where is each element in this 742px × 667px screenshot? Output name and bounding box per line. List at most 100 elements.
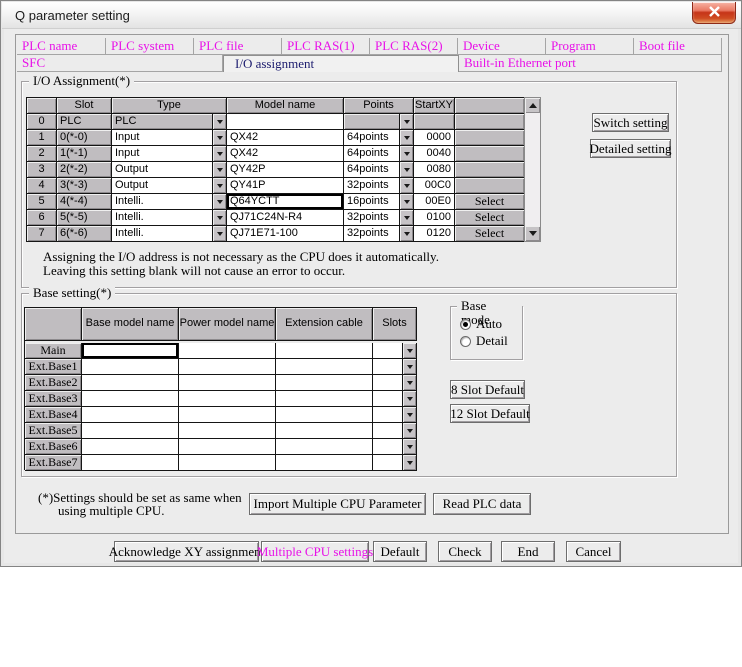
slots-dropdown-button[interactable] <box>402 359 416 374</box>
points-dropdown-button[interactable] <box>399 178 413 193</box>
import-multiple-cpu-parameter-button[interactable]: Import Multiple CPU Parameter <box>249 493 426 515</box>
points-dropdown-button[interactable] <box>399 194 413 209</box>
slots-dropdown-button[interactable] <box>402 343 416 358</box>
io-startxy-cell[interactable]: 0100 <box>414 210 455 226</box>
close-button[interactable] <box>692 2 736 24</box>
extension-cable-cell[interactable] <box>276 439 373 455</box>
points-dropdown-button[interactable] <box>399 226 413 241</box>
slots-cell[interactable] <box>373 455 417 471</box>
io-model-cell[interactable]: QJ71E71-100 <box>227 226 344 242</box>
io-type-cell[interactable]: Output <box>112 162 227 178</box>
tab-boot-file[interactable]: Boot file <box>634 38 722 55</box>
type-dropdown-button[interactable] <box>212 114 226 129</box>
points-dropdown-button[interactable] <box>399 114 413 129</box>
power-model-cell[interactable] <box>179 455 276 471</box>
extension-cable-cell[interactable] <box>276 407 373 423</box>
tab-builtin-ethernet-port[interactable]: Built-in Ethernet port <box>459 55 722 72</box>
io-startxy-cell[interactable] <box>414 114 455 130</box>
io-points-cell[interactable] <box>344 114 414 130</box>
slots-dropdown-button[interactable] <box>402 375 416 390</box>
base-model-cell[interactable] <box>82 391 179 407</box>
cancel-button[interactable]: Cancel <box>566 541 621 562</box>
slots-cell[interactable] <box>373 439 417 455</box>
io-points-cell[interactable]: 32points <box>344 226 414 242</box>
scroll-up-button[interactable] <box>525 98 540 113</box>
base-mode-detail-radio[interactable] <box>460 336 471 347</box>
io-startxy-cell[interactable]: 00C0 <box>414 178 455 194</box>
io-points-cell[interactable]: 64points <box>344 146 414 162</box>
points-dropdown-button[interactable] <box>399 146 413 161</box>
extension-cable-cell[interactable] <box>276 343 373 359</box>
slots-cell[interactable] <box>373 423 417 439</box>
points-dropdown-button[interactable] <box>399 130 413 145</box>
tab-sfc[interactable]: SFC <box>17 55 223 72</box>
power-model-cell[interactable] <box>179 407 276 423</box>
multiple-cpu-settings-button[interactable]: Multiple CPU settings <box>261 541 369 562</box>
io-startxy-cell[interactable]: 00E0 <box>414 194 455 210</box>
base-model-cell[interactable] <box>82 359 179 375</box>
tab-io-assignment[interactable]: I/O assignment <box>223 55 459 72</box>
type-dropdown-button[interactable] <box>212 194 226 209</box>
io-type-cell[interactable]: Intelli. <box>112 226 227 242</box>
slots-cell[interactable] <box>373 343 417 359</box>
io-type-cell[interactable]: Input <box>112 130 227 146</box>
slots-dropdown-button[interactable] <box>402 407 416 422</box>
extension-cable-cell[interactable] <box>276 359 373 375</box>
tab-plc-system[interactable]: PLC system <box>106 38 194 55</box>
select-button[interactable]: Select <box>455 194 525 210</box>
acknowledge-xy-assignment-button[interactable]: Acknowledge XY assignment <box>114 541 259 562</box>
type-dropdown-button[interactable] <box>212 178 226 193</box>
select-button[interactable]: Select <box>455 210 525 226</box>
base-model-cell[interactable] <box>82 455 179 471</box>
base-model-cell[interactable] <box>82 407 179 423</box>
io-model-cell[interactable]: QY41P <box>227 178 344 194</box>
io-model-cell[interactable]: QX42 <box>227 130 344 146</box>
io-points-cell[interactable]: 64points <box>344 130 414 146</box>
tab-plc-ras1[interactable]: PLC RAS(1) <box>282 38 370 55</box>
extension-cable-cell[interactable] <box>276 423 373 439</box>
points-dropdown-button[interactable] <box>399 210 413 225</box>
tab-device[interactable]: Device <box>458 38 546 55</box>
io-startxy-cell[interactable]: 0040 <box>414 146 455 162</box>
extension-cable-cell[interactable] <box>276 375 373 391</box>
points-dropdown-button[interactable] <box>399 162 413 177</box>
default-button[interactable]: Default <box>373 541 427 562</box>
io-model-cell-focused[interactable]: Q64YCTT <box>227 194 344 210</box>
slots-dropdown-button[interactable] <box>402 423 416 438</box>
tab-plc-name[interactable]: PLC name <box>17 38 106 55</box>
io-startxy-cell[interactable]: 0120 <box>414 226 455 242</box>
io-type-cell[interactable]: Output <box>112 178 227 194</box>
tab-program[interactable]: Program <box>546 38 634 55</box>
io-type-cell[interactable]: Input <box>112 146 227 162</box>
slot-default-8-button[interactable]: 8 Slot Default <box>450 380 525 399</box>
detailed-setting-button[interactable]: Detailed setting <box>590 139 671 158</box>
type-dropdown-button[interactable] <box>212 146 226 161</box>
end-button[interactable]: End <box>501 541 555 562</box>
tab-plc-file[interactable]: PLC file <box>194 38 282 55</box>
slots-cell[interactable] <box>373 375 417 391</box>
io-type-cell[interactable]: PLC <box>112 114 227 130</box>
tab-plc-ras2[interactable]: PLC RAS(2) <box>370 38 458 55</box>
type-dropdown-button[interactable] <box>212 210 226 225</box>
io-table-scrollbar[interactable] <box>524 97 541 242</box>
io-model-cell[interactable]: QY42P <box>227 162 344 178</box>
type-dropdown-button[interactable] <box>212 226 226 241</box>
extension-cable-cell[interactable] <box>276 391 373 407</box>
slots-cell[interactable] <box>373 407 417 423</box>
power-model-cell[interactable] <box>179 391 276 407</box>
power-model-cell[interactable] <box>179 423 276 439</box>
io-startxy-cell[interactable]: 0080 <box>414 162 455 178</box>
io-points-cell[interactable]: 32points <box>344 178 414 194</box>
io-points-cell[interactable]: 64points <box>344 162 414 178</box>
slots-dropdown-button[interactable] <box>402 391 416 406</box>
io-points-cell[interactable]: 32points <box>344 210 414 226</box>
power-model-cell[interactable] <box>179 359 276 375</box>
io-type-cell[interactable]: Intelli. <box>112 194 227 210</box>
base-model-cell[interactable] <box>82 439 179 455</box>
base-model-cell[interactable] <box>82 375 179 391</box>
read-plc-data-button[interactable]: Read PLC data <box>433 493 531 515</box>
check-button[interactable]: Check <box>438 541 492 562</box>
select-button[interactable]: Select <box>455 226 525 242</box>
slots-cell[interactable] <box>373 391 417 407</box>
io-startxy-cell[interactable]: 0000 <box>414 130 455 146</box>
